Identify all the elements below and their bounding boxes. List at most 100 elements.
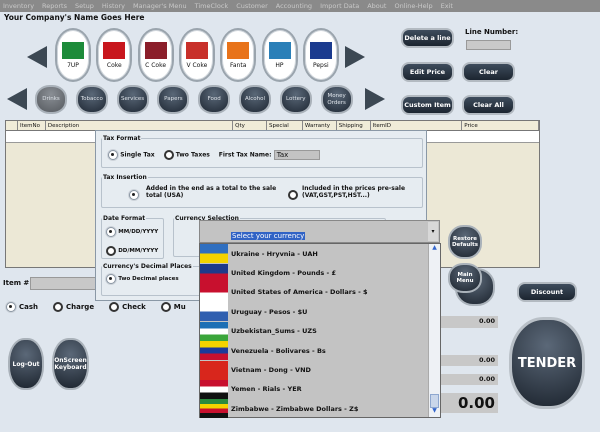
custom-item-button[interactable]: Custom Item (401, 95, 454, 115)
first-tax-name-input[interactable]: Tax (273, 150, 320, 160)
menu-item[interactable]: Online-Help (394, 2, 432, 10)
currency-option[interactable]: Yemen - Rials - YER (200, 379, 428, 399)
column-header[interactable]: Warranty (303, 121, 337, 130)
product-button[interactable]: HP (261, 28, 298, 82)
category-button[interactable]: Lottery (279, 85, 312, 114)
scroll-up-icon[interactable]: ▲ (429, 244, 440, 254)
products-next-arrow[interactable] (345, 46, 365, 68)
product-button[interactable]: 7UP (55, 28, 91, 82)
menu-item[interactable]: TimeClock (195, 2, 229, 10)
two-decimal-radio[interactable] (106, 274, 116, 284)
column-header[interactable]: ItemID (371, 121, 463, 130)
menu-item[interactable]: Manager's Menu (133, 2, 187, 10)
product-label: Coke (106, 61, 122, 69)
clear-button[interactable]: Clear (462, 62, 515, 82)
total-amount: 0.00 (440, 393, 498, 413)
tax-included-radio[interactable] (288, 190, 298, 200)
tender-button[interactable]: TENDER (509, 317, 585, 409)
country-flag-icon (200, 302, 228, 322)
date-mdy-radio[interactable] (106, 227, 116, 237)
category-button[interactable]: Tobacco (75, 85, 108, 114)
clear-all-button[interactable]: Clear All (462, 95, 515, 115)
payment-radio[interactable] (6, 302, 16, 312)
date-dmy-radio[interactable] (106, 246, 116, 256)
products-prev-arrow[interactable] (27, 46, 47, 68)
menu-item[interactable]: Accounting (276, 2, 312, 10)
category-button[interactable]: Drinks (35, 85, 67, 114)
currency-option[interactable]: United States of America - Dollars - $ (200, 282, 428, 302)
category-button[interactable]: Alcohol (239, 85, 271, 114)
currency-option[interactable]: Uzbekistan_Sums - UZS (200, 321, 428, 341)
payment-option[interactable]: Cash (6, 302, 38, 312)
column-header[interactable]: Special Order (267, 121, 303, 139)
menu-item[interactable]: About (367, 2, 386, 10)
two-taxes-label: Two Taxes (175, 151, 210, 159)
scrollbar[interactable]: ▲ ▼ (428, 244, 440, 417)
restore-defaults-button[interactable]: Restore Defaults (448, 225, 482, 259)
item-input[interactable] (30, 277, 100, 290)
payment-option[interactable]: Charge (53, 302, 94, 312)
payment-option[interactable]: Check (109, 302, 146, 312)
scroll-thumb[interactable] (430, 394, 439, 408)
single-tax-radio[interactable] (108, 150, 118, 160)
two-taxes-radio[interactable] (163, 150, 174, 160)
column-header[interactable]: Qty (233, 121, 268, 130)
categories-prev-arrow[interactable] (7, 88, 27, 110)
column-header[interactable] (6, 121, 18, 130)
company-name: Your Company's Name Goes Here (4, 13, 145, 22)
menu-item[interactable]: History (102, 2, 125, 10)
payment-radio[interactable] (160, 302, 171, 312)
column-header[interactable]: Description (46, 121, 234, 130)
payment-option[interactable]: Mu (160, 302, 186, 312)
menu-bar: Inventory Reports Setup History Manager's Me… (0, 0, 600, 12)
payment-label: Cash (19, 303, 39, 311)
currency-select[interactable]: Select your currency ▾ (199, 220, 440, 243)
product-label: C Coke (145, 61, 167, 69)
category-button[interactable]: Food (198, 85, 231, 114)
product-button[interactable]: C Coke (137, 28, 174, 82)
product-label: V Coke (186, 61, 208, 69)
country-flag-icon (200, 360, 228, 380)
payment-radio[interactable] (53, 302, 64, 312)
menu-item[interactable]: Setup (75, 2, 94, 10)
delete-line-button[interactable]: Delete a line (401, 28, 454, 48)
menu-item[interactable]: Import Data (320, 2, 359, 10)
payment-radio[interactable] (109, 302, 120, 312)
category-button[interactable]: Money Orders (320, 85, 353, 114)
currency-option[interactable]: Zimbabwe - Zimbabwe Dollars - Z$ (200, 399, 428, 419)
product-logo-icon (62, 41, 84, 59)
menu-item[interactable]: Inventory (3, 2, 34, 10)
product-button[interactable]: V Coke (178, 28, 215, 82)
categories-next-arrow[interactable] (365, 88, 385, 110)
onscreen-keyboard-button[interactable]: OnScreen Keyboard (52, 338, 89, 390)
edit-price-button[interactable]: Edit Price (401, 62, 454, 82)
country-flag-icon (200, 399, 228, 419)
dropdown-arrow-icon[interactable]: ▾ (428, 222, 438, 241)
tax-added-label: Added in the end as a total to the sale … (146, 185, 277, 199)
tax-insertion-title: Tax Insertion (103, 174, 147, 181)
product-button[interactable]: Pepsi (302, 28, 339, 82)
column-header[interactable]: Shipping (337, 121, 371, 130)
currency-option[interactable]: Uruguay - Pesos - $U (200, 302, 428, 322)
category-button[interactable]: Papers (157, 85, 190, 114)
column-header[interactable]: ItemNo (18, 121, 46, 130)
category-button[interactable]: Services (116, 85, 149, 114)
line-number-input[interactable] (466, 40, 511, 50)
discount-button[interactable]: Discount (517, 282, 577, 302)
menu-item[interactable]: Exit (441, 2, 453, 10)
country-flag-icon (200, 244, 228, 264)
menu-item[interactable]: Reports (42, 2, 67, 10)
currency-option[interactable]: United Kingdom - Pounds - £ (200, 263, 428, 283)
tax-added-radio[interactable] (129, 190, 139, 200)
product-button[interactable]: Coke (96, 28, 133, 82)
scroll-down-icon[interactable]: ▼ (429, 407, 440, 417)
product-button[interactable]: Fanta (220, 28, 257, 82)
currency-option[interactable]: Ukraine - Hryvnia - UAH (200, 244, 428, 264)
column-header[interactable]: Price (462, 121, 539, 130)
menu-item[interactable]: Customer (236, 2, 268, 10)
logout-button[interactable]: Log-Out (8, 338, 44, 390)
currency-option[interactable]: Vietnam - Dong - VND (200, 360, 428, 380)
currency-option[interactable]: Venezuela - Bolivares - Bs (200, 341, 428, 361)
main-menu-button[interactable]: Main Menu (448, 263, 482, 293)
product-logo-icon (185, 41, 208, 59)
